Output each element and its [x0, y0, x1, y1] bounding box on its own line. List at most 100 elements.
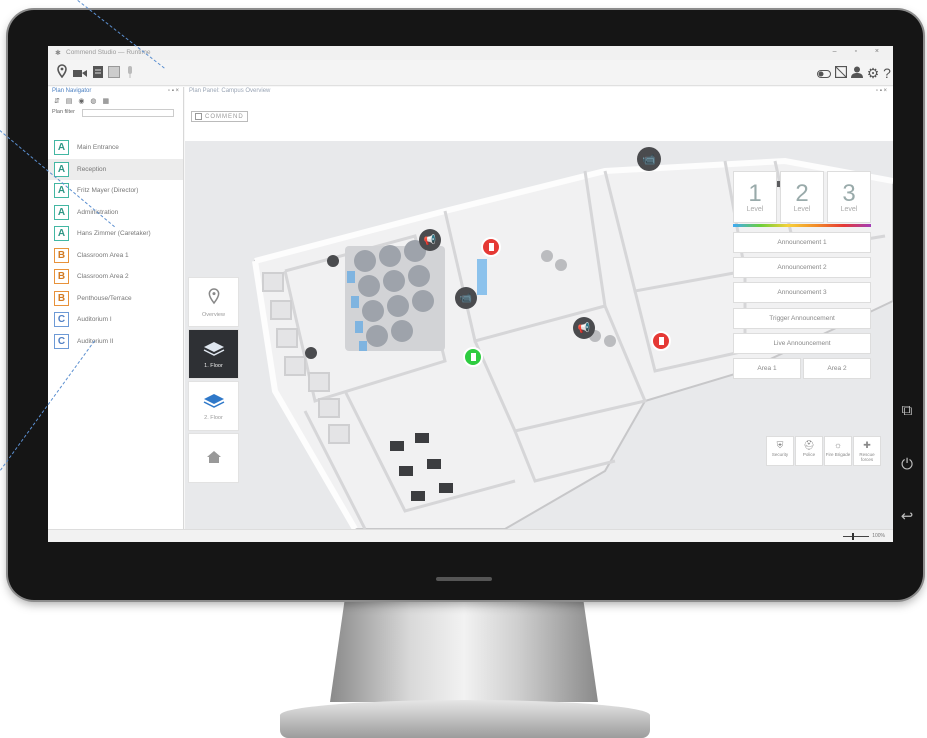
intercom-marker-icon[interactable] [305, 347, 317, 359]
plan-navigator-panel: Plan Navigator ▫ ▪ × ⇵ ▤ ◉ ◍ ▦ Plan filt… [48, 87, 184, 529]
plan-category-badge: A [54, 140, 69, 156]
level-label: Level [746, 205, 764, 213]
plan-category-badge: B [54, 290, 69, 306]
layers-icon [203, 392, 225, 412]
home-icon [206, 448, 222, 468]
speaker-marker-icon[interactable]: 📢 [573, 317, 595, 339]
plan-list-item[interactable]: A Administration [48, 202, 183, 224]
plan-list-item[interactable]: A Reception [48, 158, 183, 180]
plan-category-badge: C [54, 312, 69, 328]
plan-list-item[interactable]: C Auditorium I [48, 309, 183, 331]
plan-list-item-label: Auditorium II [77, 337, 114, 345]
microphone-icon[interactable] [122, 64, 138, 82]
layout-icon[interactable] [833, 64, 849, 82]
window-title: Commend Studio — Runtime [66, 49, 151, 56]
area-1-button[interactable]: Area 1 [733, 358, 801, 379]
video-camera-icon[interactable] [72, 64, 88, 82]
area-2-button[interactable]: Area 2 [803, 358, 871, 379]
zoom-slider[interactable] [843, 532, 870, 540]
door-alarm-icon[interactable] [651, 331, 671, 351]
plan-panel-title: Plan Panel: Campus Overview [189, 88, 271, 94]
camera-marker-icon[interactable]: 📹 [637, 147, 661, 171]
plan-list-item[interactable]: A Hans Zimmer (Caretaker) [48, 223, 183, 245]
plan-category-badge: C [54, 333, 69, 349]
back-icon[interactable]: ↩ [896, 506, 918, 528]
plan-list-item[interactable]: B Penthouse/Terrace [48, 288, 183, 310]
plan-category-badge: A [54, 204, 69, 220]
emergency-label: Fire Brigade [825, 452, 851, 457]
level-button-3[interactable]: 3 Level [827, 171, 871, 223]
announcement-3-button[interactable]: Announcement 3 [733, 282, 871, 303]
floor-button-label: 1. Floor [204, 362, 223, 369]
floor-button-overview[interactable]: Overview [188, 277, 239, 327]
level-number: 2 [795, 179, 809, 207]
emergency-label: Security [771, 452, 789, 457]
navigator-panel-controls[interactable]: ▫ ▪ × [168, 88, 179, 94]
level-button-2[interactable]: 2 Level [780, 171, 824, 223]
floor-plan-view[interactable]: 📹 📢 📹 📢 Overview 1. Floor 2. Floor 1 Lev… [185, 141, 893, 529]
level-button-1[interactable]: 1 Level [733, 171, 777, 223]
intercom-marker-icon[interactable] [327, 255, 339, 267]
fire-brigade-button[interactable]: ☼ Fire Brigade [824, 436, 852, 466]
trigger-announcement-button[interactable]: Trigger Announcement [733, 308, 871, 329]
plan-panel-header: Plan Panel: Campus Overview ▫ ▪ × [185, 87, 893, 97]
plan-list-item[interactable]: B Classroom Area 2 [48, 266, 183, 288]
window-controls[interactable]: – ▫ × [833, 48, 887, 55]
user-icon[interactable] [849, 64, 865, 82]
screen: ✱ Commend Studio — Runtime – ▫ × ⚙ ? Pla… [48, 46, 893, 542]
level-number: 3 [842, 179, 856, 207]
commend-logo-icon [195, 113, 202, 120]
help-icon[interactable]: ? [879, 64, 893, 82]
door-alarm-icon[interactable] [481, 237, 501, 257]
toolbar: ⚙ ? [48, 60, 893, 86]
rescue-forces-button[interactable]: ✚ Rescue forces [853, 436, 881, 466]
plan-filter-input[interactable] [82, 109, 174, 117]
police-cap-icon: ⛑ [803, 440, 815, 450]
door-open-icon[interactable] [463, 347, 483, 367]
level-color-bar [733, 224, 871, 227]
shield-icon: ⛨ [776, 440, 784, 450]
plan-list-item-label: Auditorium I [77, 316, 112, 324]
plan-panel-controls[interactable]: ▫ ▪ × [876, 88, 887, 94]
level-selector: 1 Level 2 Level 3 Level [733, 171, 871, 223]
floor-button-1[interactable]: 1. Floor [188, 329, 239, 379]
floor-button-2[interactable]: 2. Floor [188, 381, 239, 431]
plan-list-item-label: Hans Zimmer (Caretaker) [77, 230, 151, 238]
police-button[interactable]: ⛑ Police [795, 436, 823, 466]
announcement-2-button[interactable]: Announcement 2 [733, 257, 871, 278]
announcement-1-button[interactable]: Announcement 1 [733, 232, 871, 253]
zoom-slider-handle[interactable] [852, 532, 855, 540]
cross-icon: ✚ [863, 440, 871, 450]
live-announcement-button[interactable]: Live Announcement [733, 333, 871, 354]
camera-marker-icon[interactable]: 📹 [455, 287, 477, 309]
emergency-label: Police [802, 452, 816, 457]
plan-list-item[interactable]: B Classroom Area 1 [48, 245, 183, 267]
plan-list-item-label: Main Entrance [77, 144, 119, 152]
app-logo-icon: ✱ [55, 50, 61, 57]
recent-apps-icon[interactable]: ⧉ [896, 400, 918, 422]
plan-list-item-label: Penthouse/Terrace [77, 294, 132, 302]
screen-icon[interactable] [106, 64, 122, 82]
zoom-control[interactable]: 100% [843, 532, 885, 540]
power-icon[interactable]: ⏻ [896, 454, 918, 476]
home-button[interactable] [188, 433, 239, 483]
floor-button-label: Overview [202, 311, 225, 318]
monitor-stand-neck [330, 590, 598, 702]
speaker-marker-icon[interactable]: 📢 [419, 229, 441, 251]
plan-list-item-label: Reception [77, 165, 107, 173]
emergency-label: Rescue forces [859, 452, 875, 462]
toggle-icon[interactable] [816, 64, 832, 82]
plan-list-item[interactable]: A Main Entrance [48, 137, 183, 159]
plan-filter: Plan filter [48, 107, 183, 119]
title-bar: ✱ Commend Studio — Runtime – ▫ × [48, 46, 893, 60]
fire-icon: ☼ [833, 440, 843, 450]
level-number: 1 [748, 179, 762, 207]
plan-list-item[interactable]: C Auditorium II [48, 331, 183, 353]
navigator-tools[interactable]: ⇵ ▤ ◉ ◍ ▦ [48, 97, 183, 107]
plan-list-item[interactable]: A Fritz Mayer (Director) [48, 180, 183, 202]
security-button[interactable]: ⛨ Security [766, 436, 794, 466]
commend-logo: COMMEND [191, 111, 248, 122]
monitor-stand-base [280, 700, 650, 738]
location-pin-icon[interactable] [54, 64, 70, 82]
document-icon[interactable] [90, 64, 106, 82]
